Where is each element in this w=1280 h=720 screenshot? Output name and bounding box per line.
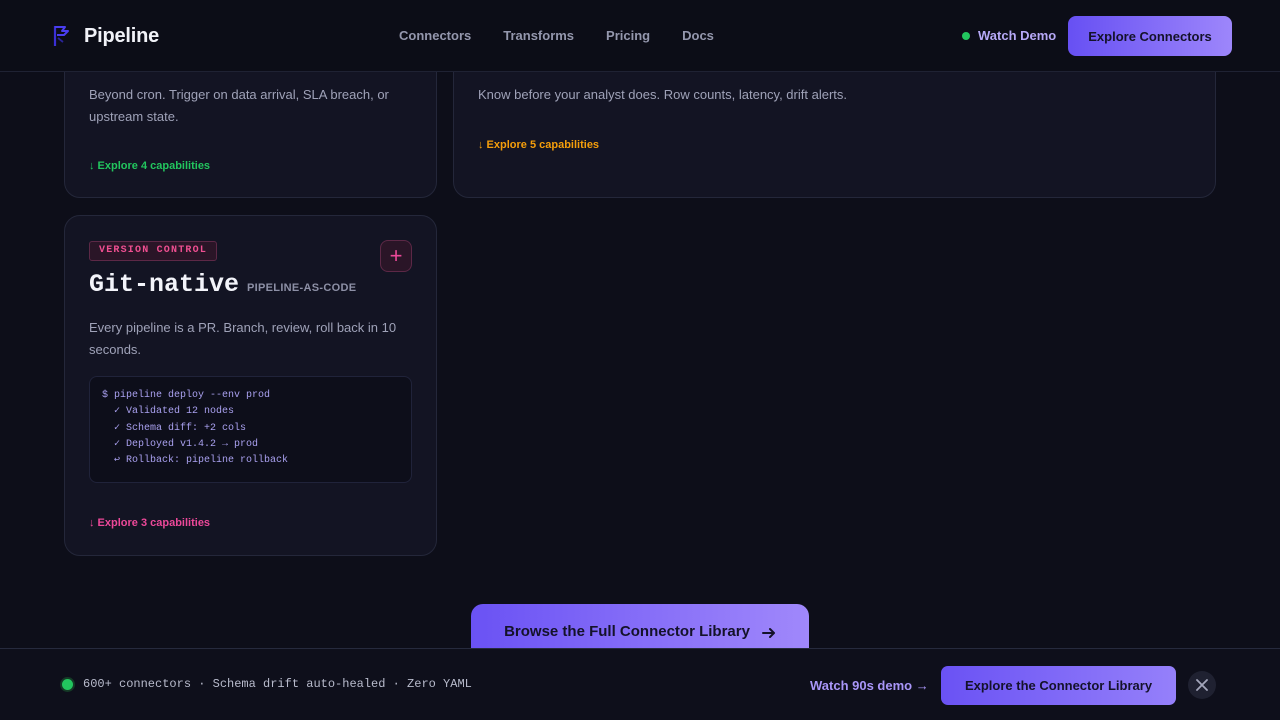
explore-capabilities-link[interactable]: ↓ Explore 5 capabilities [478,139,599,151]
explore-library-button[interactable]: Explore the Connector Library [941,666,1176,705]
live-dot-icon [962,31,970,40]
status-summary: 600+ connectors · Schema drift auto-heal… [62,677,472,691]
card-description: Beyond cron. Trigger on data arrival, SL… [89,87,389,124]
explore-capabilities-link[interactable]: ↓ Explore 4 capabilities [89,160,210,172]
code-line: ✓ Deployed v1.4.2 → prod [102,438,259,450]
card-subtitle: PIPELINE-AS-CODE [247,282,357,294]
close-icon[interactable] [1188,671,1216,699]
plus-icon[interactable]: + [380,240,412,272]
watch-demo-link[interactable]: Watch Demo [962,28,1056,43]
x-icon [1196,679,1208,691]
watch-demo-label: Watch Demo [978,28,1057,43]
explore-connectors-button[interactable]: Explore Connectors [1068,16,1232,56]
code-line: ↩ Rollback: pipeline rollback [102,455,289,467]
card-title: Git-native PIPELINE-AS-CODE [89,270,356,299]
pipeline-logo-icon [53,26,69,46]
arrow-right-icon [761,628,775,638]
code-line: $ pipeline deploy --env prod [102,390,271,401]
code-line: ✓ Validated 12 nodes [102,406,235,418]
nav-link-docs[interactable]: Docs [682,28,714,43]
card-tag: VERSION CONTROL [89,241,218,261]
card-heading: Git-native [89,270,240,299]
feature-card-git-native: VERSION CONTROL + Git-native PIPELINE-AS… [64,215,437,556]
code-line: ✓ Schema diff: +2 cols [102,422,247,434]
card-description: Every pipeline is a PR. Branch, review, … [89,320,397,357]
card-description: Know before your analyst does. Row count… [478,87,847,102]
brand-name: Pipeline [84,24,160,47]
watch-90s-demo-link[interactable]: Watch 90s demo → [810,678,929,693]
sticky-cta-bar: 600+ connectors · Schema drift auto-heal… [0,648,1280,720]
top-nav: Pipeline Connectors Transforms Pricing D… [0,0,1280,72]
nav-link-connectors[interactable]: Connectors [399,28,471,43]
nav-links: Connectors Transforms Pricing Docs [399,28,714,43]
nav-link-transforms[interactable]: Transforms [503,28,574,43]
nav-link-pricing[interactable]: Pricing [606,28,650,43]
browse-library-label: Browse the Full Connector Library [504,623,750,640]
code-snippet: $ pipeline deploy --env prod ✓ Validated… [89,376,412,483]
brand-logo[interactable]: Pipeline [52,24,159,48]
status-text: 600+ connectors · Schema drift auto-heal… [83,677,472,691]
explore-capabilities-link[interactable]: ↓ Explore 3 capabilities [89,517,210,529]
status-dot-icon [62,678,73,690]
